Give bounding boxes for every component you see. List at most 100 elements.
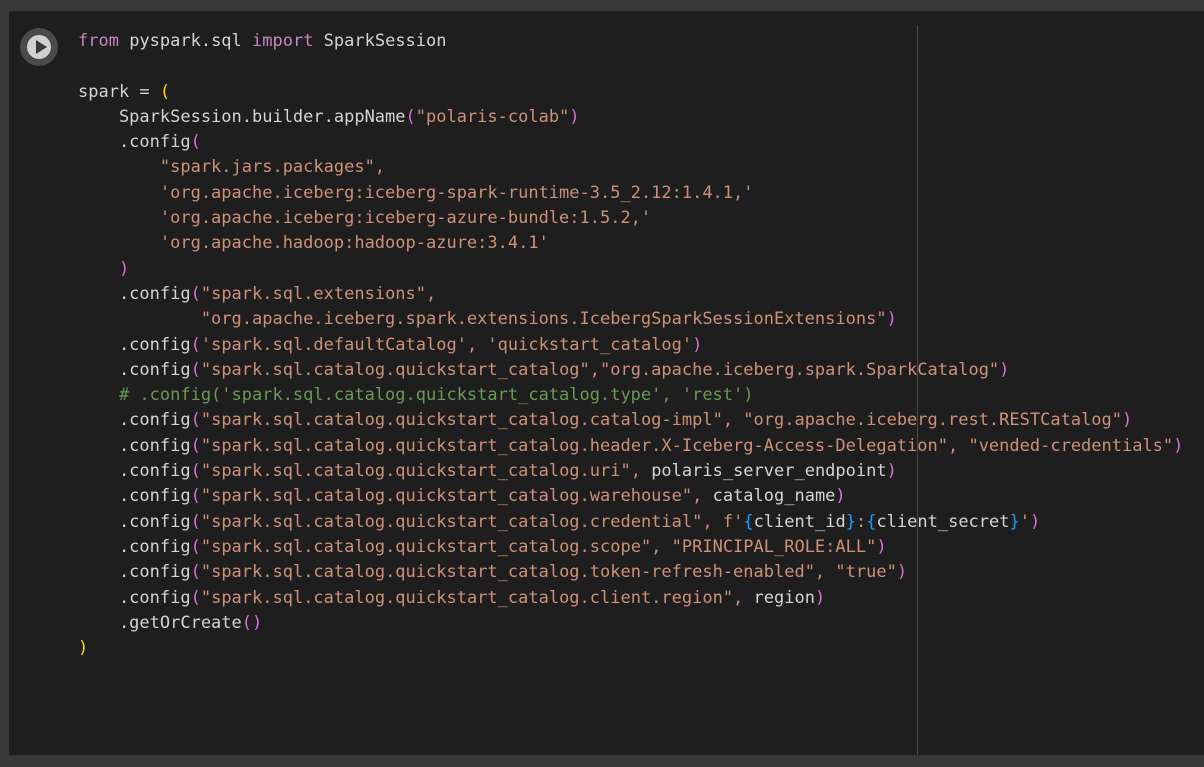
code-token: .config bbox=[78, 359, 191, 380]
code-line: .config("spark.sql.extensions", bbox=[78, 282, 1204, 307]
code-token: .config bbox=[78, 132, 191, 153]
code-token: ( bbox=[190, 587, 201, 608]
code-token: .config bbox=[78, 334, 191, 355]
code-token: ) bbox=[814, 587, 826, 608]
code-token: SparkSession.builder.appName bbox=[78, 106, 406, 127]
code-token: .config bbox=[78, 435, 191, 456]
code-token: "spark.sql.catalog.quickstart_catalog.cl… bbox=[200, 587, 754, 608]
code-token: "spark.sql.catalog.quickstart_catalog.ca… bbox=[200, 410, 1122, 431]
code-token: ( bbox=[190, 562, 201, 583]
code-line: .config('spark.sql.defaultCatalog', 'qui… bbox=[78, 333, 1204, 358]
code-token: .config bbox=[78, 461, 191, 482]
code-line: .getOrCreate() bbox=[78, 611, 1204, 636]
code-token: "spark.sql.catalog.quickstart_catalog.cr… bbox=[200, 511, 723, 532]
code-token: } bbox=[845, 511, 856, 532]
play-triangle-icon bbox=[36, 40, 47, 54]
code-token: ) bbox=[999, 359, 1010, 380]
code-line: .config("spark.sql.catalog.quickstart_ca… bbox=[78, 434, 1204, 459]
code-token: { bbox=[743, 511, 754, 532]
code-token: ( bbox=[190, 410, 201, 431]
code-token: client_id bbox=[753, 511, 846, 532]
code-line: .config("spark.sql.catalog.quickstart_ca… bbox=[78, 560, 1204, 585]
code-token: ( bbox=[405, 106, 416, 127]
code-line: .config("spark.sql.catalog.quickstart_ca… bbox=[78, 510, 1204, 535]
code-token: ) bbox=[896, 562, 908, 583]
code-token: ( bbox=[190, 486, 201, 507]
code-token: .config bbox=[78, 562, 191, 583]
code-line: .config("spark.sql.catalog.quickstart_ca… bbox=[78, 535, 1204, 560]
code-token: ) bbox=[876, 536, 887, 557]
code-token: : bbox=[855, 511, 867, 532]
code-token: ) bbox=[78, 638, 89, 659]
code-token: ( bbox=[190, 511, 201, 532]
code-token: } bbox=[1009, 511, 1020, 532]
code-token: f' bbox=[722, 511, 744, 532]
code-token: ) bbox=[692, 334, 703, 355]
code-token: spark = bbox=[78, 81, 160, 102]
code-token: 'org.apache.hadoop:hadoop-azure:3.4.1' bbox=[78, 233, 549, 254]
code-token: ) bbox=[835, 486, 846, 507]
code-line: .config("spark.sql.catalog.quickstart_ca… bbox=[78, 408, 1204, 433]
code-token: "spark.sql.catalog.quickstart_catalog.ur… bbox=[200, 461, 652, 482]
code-token: from bbox=[78, 31, 130, 51]
code-token: ( bbox=[190, 435, 201, 456]
code-token: catalog_name bbox=[712, 486, 836, 507]
code-token: ) bbox=[1121, 410, 1133, 431]
code-token: .config bbox=[78, 486, 191, 507]
code-token: 'spark.sql.defaultCatalog', 'quickstart_… bbox=[200, 334, 693, 355]
code-token: "spark.sql.catalog.quickstart_catalog","… bbox=[200, 359, 1000, 380]
code-token: .config bbox=[78, 511, 191, 532]
run-cell-button[interactable] bbox=[20, 28, 58, 66]
code-token: # .config('spark.sql.catalog.quickstart_… bbox=[78, 385, 754, 406]
code-token: .getOrCreate bbox=[78, 612, 242, 633]
code-token: ( bbox=[190, 334, 201, 355]
code-editor[interactable]: from pyspark.sql import SparkSession spa… bbox=[78, 29, 1204, 661]
code-token: 'org.apache.iceberg:iceberg-spark-runtim… bbox=[78, 182, 754, 203]
code-token: .config bbox=[78, 283, 191, 304]
code-token: polaris_server_endpoint bbox=[651, 461, 887, 482]
code-token: ) bbox=[1030, 511, 1041, 532]
code-line: "spark.jars.packages", bbox=[78, 155, 1204, 180]
code-token: ( bbox=[190, 536, 201, 557]
code-token: .config bbox=[78, 536, 191, 557]
code-line: 'org.apache.iceberg:iceberg-azure-bundle… bbox=[78, 206, 1204, 231]
code-line: .config("spark.sql.catalog.quickstart_ca… bbox=[78, 484, 1204, 509]
code-token: pyspark.sql bbox=[129, 31, 253, 51]
code-line: SparkSession.builder.appName("polaris-co… bbox=[78, 105, 1204, 130]
code-token: "spark.sql.catalog.quickstart_catalog.he… bbox=[200, 435, 1174, 456]
code-token: region bbox=[753, 587, 815, 608]
code-token: ) bbox=[886, 309, 897, 330]
code-token: 'org.apache.iceberg:iceberg-azure-bundle… bbox=[78, 208, 652, 229]
code-token: ( bbox=[190, 132, 201, 153]
code-token: ) bbox=[1173, 435, 1184, 456]
code-token: .config bbox=[78, 587, 191, 608]
code-token: "spark.sql.catalog.quickstart_catalog.wa… bbox=[200, 486, 713, 507]
code-token: ( bbox=[190, 461, 201, 482]
code-token: "spark.jars.packages", bbox=[78, 157, 386, 178]
code-line: 'org.apache.hadoop:hadoop-azure:3.4.1' bbox=[78, 231, 1204, 256]
code-line: ) bbox=[78, 257, 1204, 282]
code-token: ( bbox=[159, 81, 171, 102]
code-token: ) bbox=[569, 106, 580, 127]
code-token: "org.apache.iceberg.spark.extensions.Ice… bbox=[78, 309, 887, 330]
code-token: .config bbox=[78, 410, 191, 431]
code-token: ' bbox=[1019, 511, 1030, 532]
code-line: .config( bbox=[78, 130, 1204, 155]
code-token: "spark.sql.catalog.quickstart_catalog.to… bbox=[200, 562, 897, 583]
code-line: from pyspark.sql import SparkSession bbox=[78, 29, 1204, 54]
code-token: ( bbox=[190, 283, 201, 304]
code-token: "polaris-colab" bbox=[415, 106, 570, 127]
code-line: "org.apache.iceberg.spark.extensions.Ice… bbox=[78, 307, 1204, 332]
code-token: client_secret bbox=[876, 511, 1010, 532]
code-token: () bbox=[241, 612, 263, 633]
code-line: .config("spark.sql.catalog.quickstart_ca… bbox=[78, 586, 1204, 611]
code-token: ) bbox=[886, 461, 897, 482]
code-token: SparkSession bbox=[323, 31, 447, 51]
code-line: ) bbox=[78, 636, 1204, 661]
code-line: .config("spark.sql.catalog.quickstart_ca… bbox=[78, 459, 1204, 484]
code-token: import bbox=[252, 31, 324, 51]
code-line: 'org.apache.iceberg:iceberg-spark-runtim… bbox=[78, 181, 1204, 206]
code-token: "spark.sql.extensions", bbox=[200, 283, 437, 304]
